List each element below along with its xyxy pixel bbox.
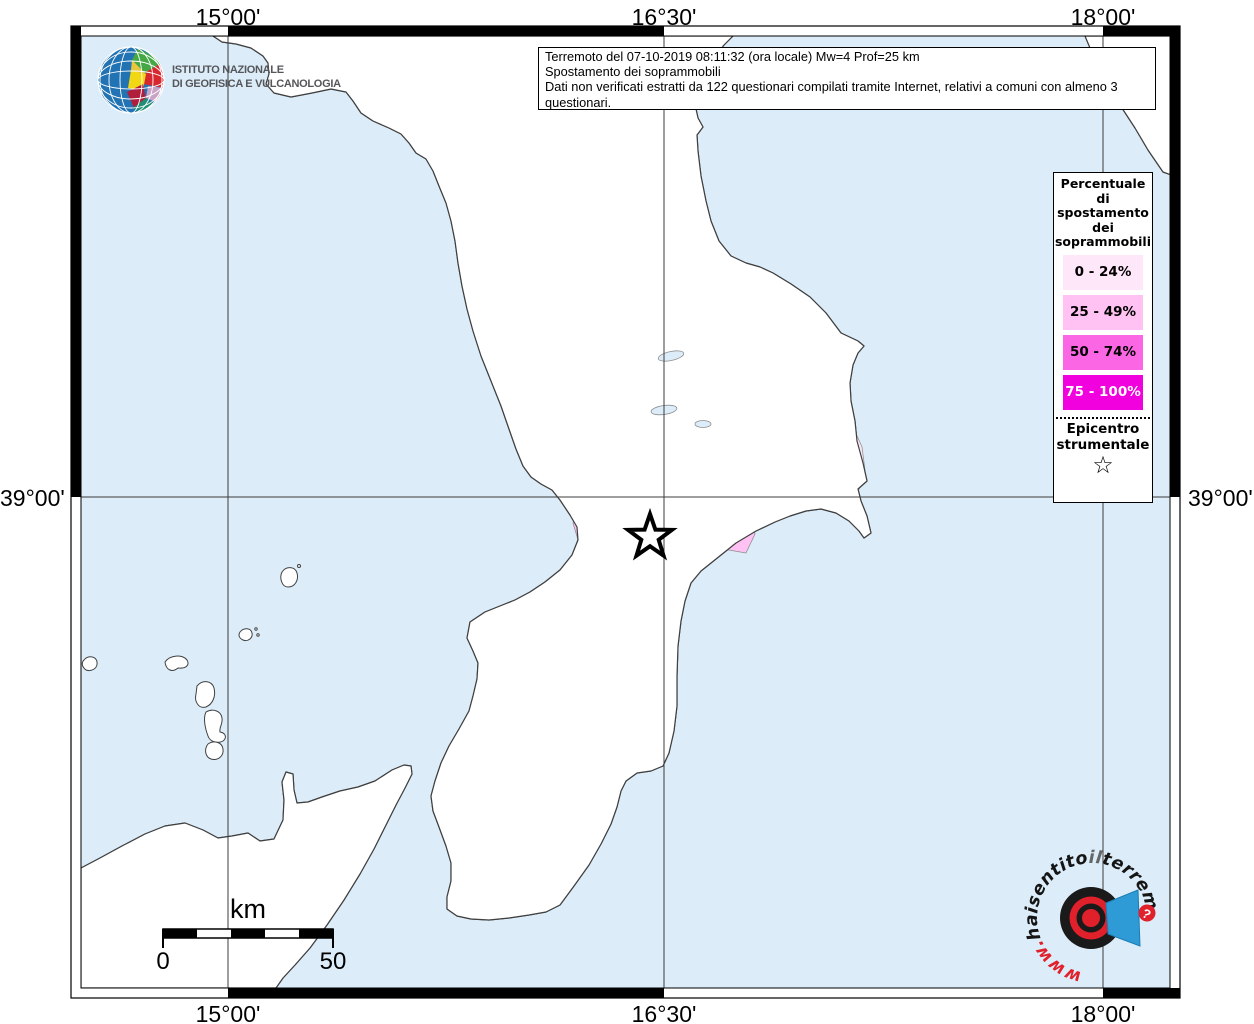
legend-swatch-75-100: 75 - 100% [1063, 374, 1143, 410]
legend-label: 75 - 100% [1065, 384, 1141, 400]
island-dot [297, 564, 301, 568]
scale-start-label: 0 [156, 948, 169, 975]
event-info-box: Terremoto del 07-10-2019 08:11:32 (ora l… [538, 47, 1156, 110]
ingv-logo-line1: ISTITUTO NAZIONALE [172, 64, 284, 76]
legend: Percentuale di spostamento dei soprammob… [1053, 172, 1153, 503]
scale-segment [299, 929, 333, 938]
island-dot [256, 633, 260, 637]
axis-label-top-1630: 16°30' [631, 4, 697, 30]
legend-label: 0 - 24% [1074, 264, 1132, 280]
map-page: km 0 50 ISTITUTO NAZIONALE DI GEOFISICA … [0, 0, 1254, 1024]
axis-label-left-39: 39°00' [0, 485, 65, 511]
island-panarea [238, 628, 253, 641]
scale-segment [231, 929, 265, 938]
legend-divider [1056, 416, 1150, 419]
legend-star-icon: ☆ [1092, 450, 1114, 479]
legend-epicenter-label: Epicentro strumentale [1056, 420, 1150, 453]
event-map-type: Spostamento dei soprammobili [545, 64, 721, 80]
scale-segment [163, 929, 197, 938]
legend-swatch-0-24: 0 - 24% [1063, 254, 1143, 290]
bullseye-center [1082, 909, 1100, 927]
axis-label-bottom-1630: 16°30' [631, 1001, 697, 1024]
event-data-note: Dati non verificati estratti da 122 ques… [545, 79, 1118, 110]
axis-label-top-15: 15°00' [195, 4, 261, 30]
axis-label-bottom-18: 18°00' [1070, 1001, 1136, 1024]
scale-end-label: 50 [320, 948, 347, 975]
legend-label: 50 - 74% [1069, 344, 1137, 360]
axis-label-bottom-15: 15°00' [195, 1001, 261, 1024]
lake [694, 420, 712, 428]
island-vulcano [205, 741, 224, 760]
legend-swatch-50-74: 50 - 74% [1063, 334, 1143, 370]
legend-label: 25 - 49% [1069, 304, 1137, 320]
legend-title: Percentuale di spostamento dei soprammob… [1054, 176, 1151, 249]
legend-swatch-25-49: 25 - 49% [1063, 294, 1143, 330]
axis-label-top-18: 18°00' [1070, 4, 1136, 30]
map-canvas: km 0 50 ISTITUTO NAZIONALE DI GEOFISICA … [70, 25, 1181, 999]
axis-label-right-39: 39°00' [1188, 485, 1253, 511]
island-stromboli [280, 567, 298, 588]
island-dot [254, 627, 258, 631]
event-title: Terremoto del 07-10-2019 08:11:32 (ora l… [545, 49, 920, 64]
scale-unit-label: km [230, 894, 266, 924]
island-alicudi [81, 656, 98, 671]
ingv-logo-line2: DI GEOFISICA E VULCANOLOGIA [172, 78, 341, 90]
